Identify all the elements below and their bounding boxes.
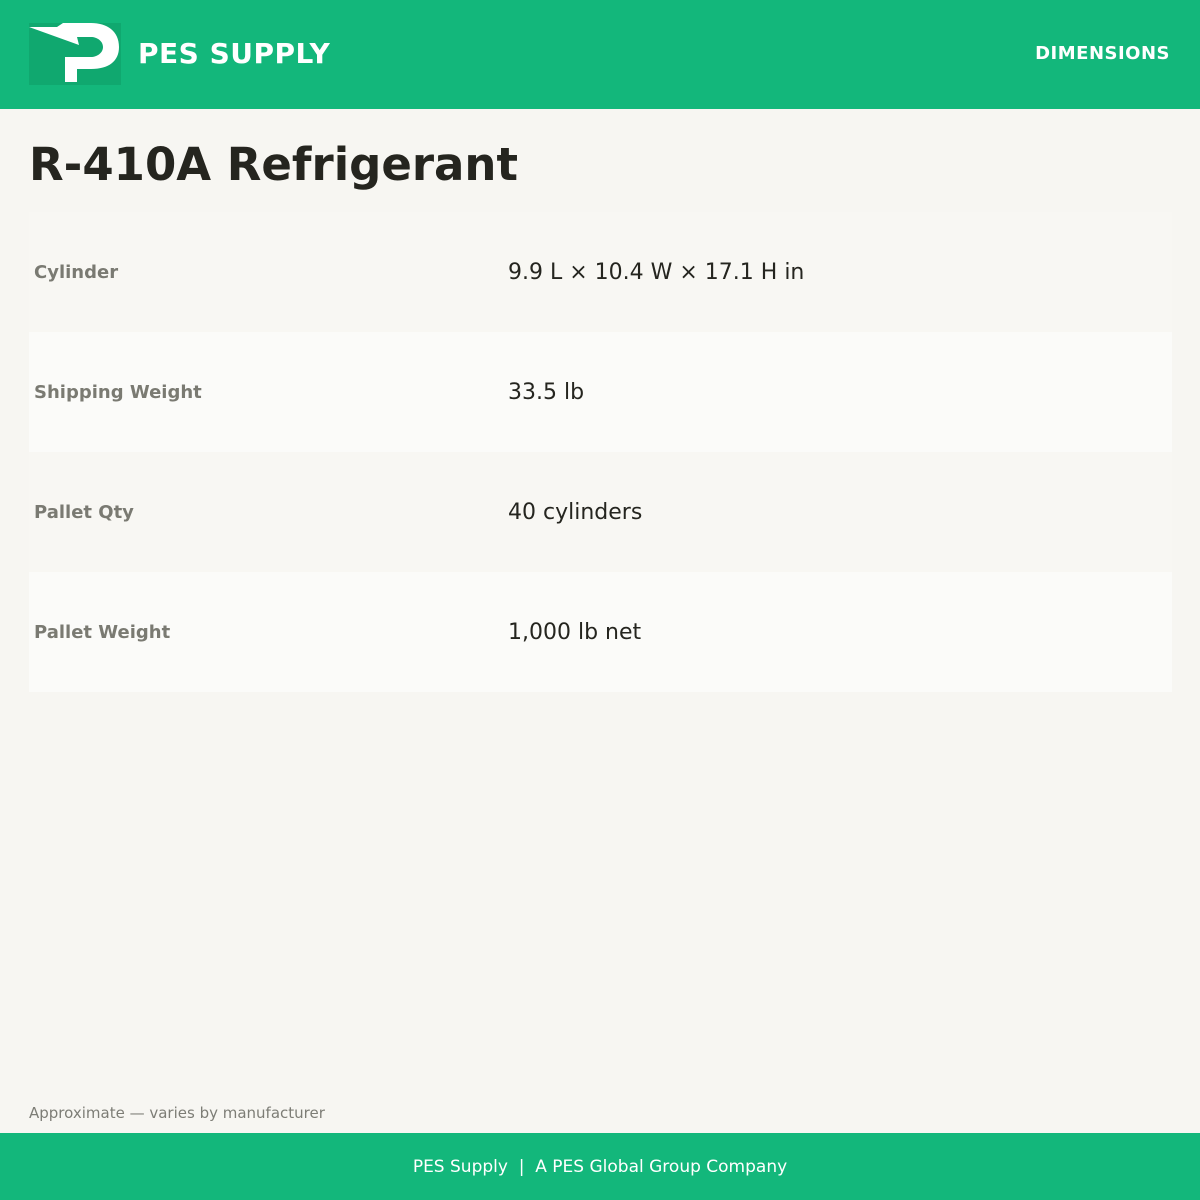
brand-name[interactable]: PES SUPPLY <box>138 35 330 73</box>
site-footer: PES Supply | A PES Global Group Company <box>0 1133 1200 1200</box>
site-header: PES SUPPLY DIMENSIONS <box>0 0 1200 109</box>
spec-value: 1,000 lb net <box>508 619 642 645</box>
page-title: R-410A Refrigerant <box>29 138 518 191</box>
nav-dimensions[interactable]: DIMENSIONS <box>1035 42 1170 66</box>
spec-label: Pallet Qty <box>34 501 134 523</box>
spec-row-shipping-weight: Shipping Weight 33.5 lb <box>29 332 1172 452</box>
spec-label: Shipping Weight <box>34 381 202 403</box>
spec-value: 9.9 L × 10.4 W × 17.1 H in <box>508 259 805 285</box>
spec-value: 33.5 lb <box>508 379 585 405</box>
spec-label: Pallet Weight <box>34 621 171 643</box>
spec-row-pallet-qty: Pallet Qty 40 cylinders <box>29 452 1172 572</box>
pes-logo-icon[interactable] <box>29 23 121 85</box>
spec-value: 40 cylinders <box>508 499 643 525</box>
footer-text: PES Supply | A PES Global Group Company <box>412 1156 788 1177</box>
spec-row-cylinder: Cylinder 9.9 L × 10.4 W × 17.1 H in <box>29 212 1172 332</box>
disclaimer-note: Approximate — varies by manufacturer <box>29 1104 325 1122</box>
spec-table: Cylinder 9.9 L × 10.4 W × 17.1 H in Ship… <box>29 212 1172 692</box>
spec-row-pallet-weight: Pallet Weight 1,000 lb net <box>29 572 1172 692</box>
spec-label: Cylinder <box>34 261 119 283</box>
